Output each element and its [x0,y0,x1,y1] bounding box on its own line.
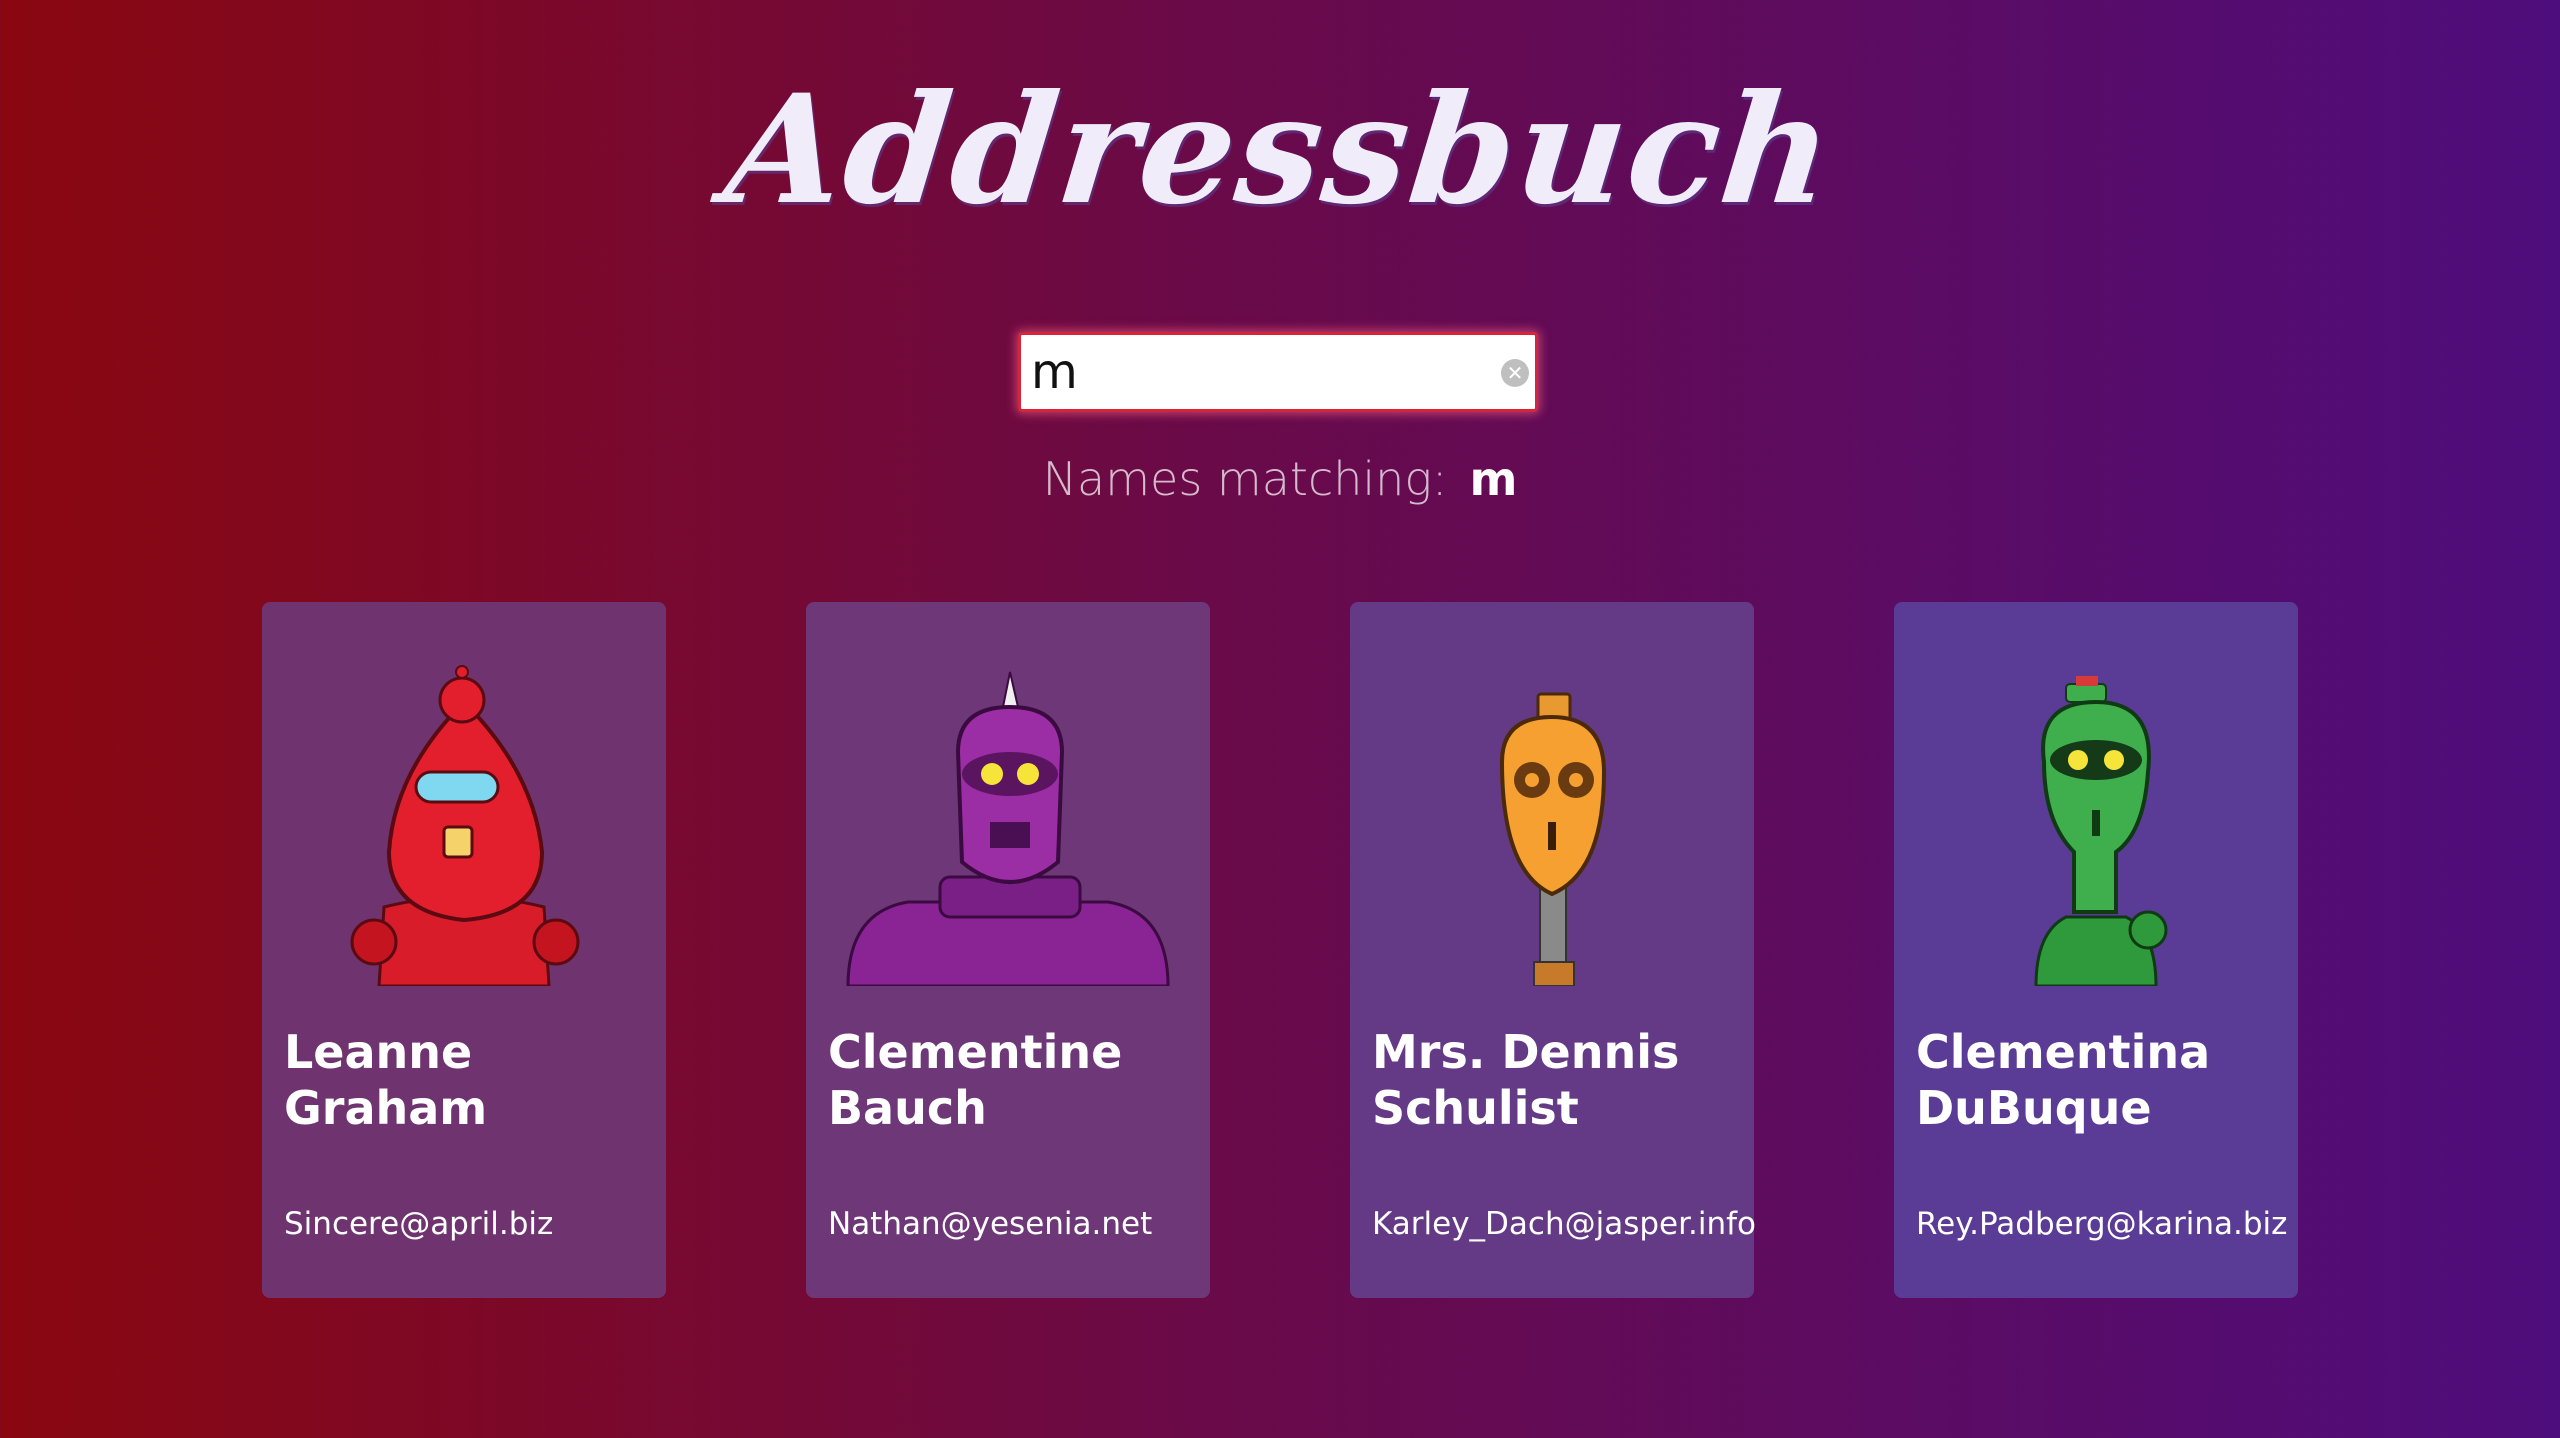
contact-email: Rey.Padberg@karina.biz [1916,1206,2288,1242]
page-title: Addressbuch [717,62,1843,238]
contact-card[interactable]: Clementina DuBuque Rey.Padberg@karina.bi… [1894,602,2298,1298]
contact-email: Sincere@april.biz [284,1206,554,1242]
contact-card[interactable]: Mrs. Dennis Schulist Karley_Dach@jasper.… [1350,602,1757,1298]
search-input[interactable] [1021,335,1535,409]
clear-icon[interactable]: ✕ [1501,359,1529,387]
search-box[interactable]: ✕ [1018,332,1538,412]
contact-name: Clementine Bauch [828,1025,1123,1135]
filter-term: m [1469,452,1518,506]
robot-avatar [1372,662,1732,986]
contact-card[interactable]: Clementine Bauch Nathan@yesenia.net [806,602,1210,1298]
contact-name: Mrs. Dennis Schulist [1372,1025,1680,1135]
contact-name: Leanne Graham [284,1025,488,1135]
filter-label: Names matching: [1042,452,1448,506]
robot-avatar [284,662,644,986]
contact-email: Karley_Dach@jasper.info [1372,1206,1757,1242]
contact-name: Clementina DuBuque [1916,1025,2211,1135]
contact-card[interactable]: Leanne Graham Sincere@april.biz [262,602,666,1298]
filter-status: Names matching: m [0,452,2560,506]
robot-avatar [828,662,1188,986]
robot-avatar [1916,662,2276,986]
contact-email: Nathan@yesenia.net [828,1206,1153,1242]
